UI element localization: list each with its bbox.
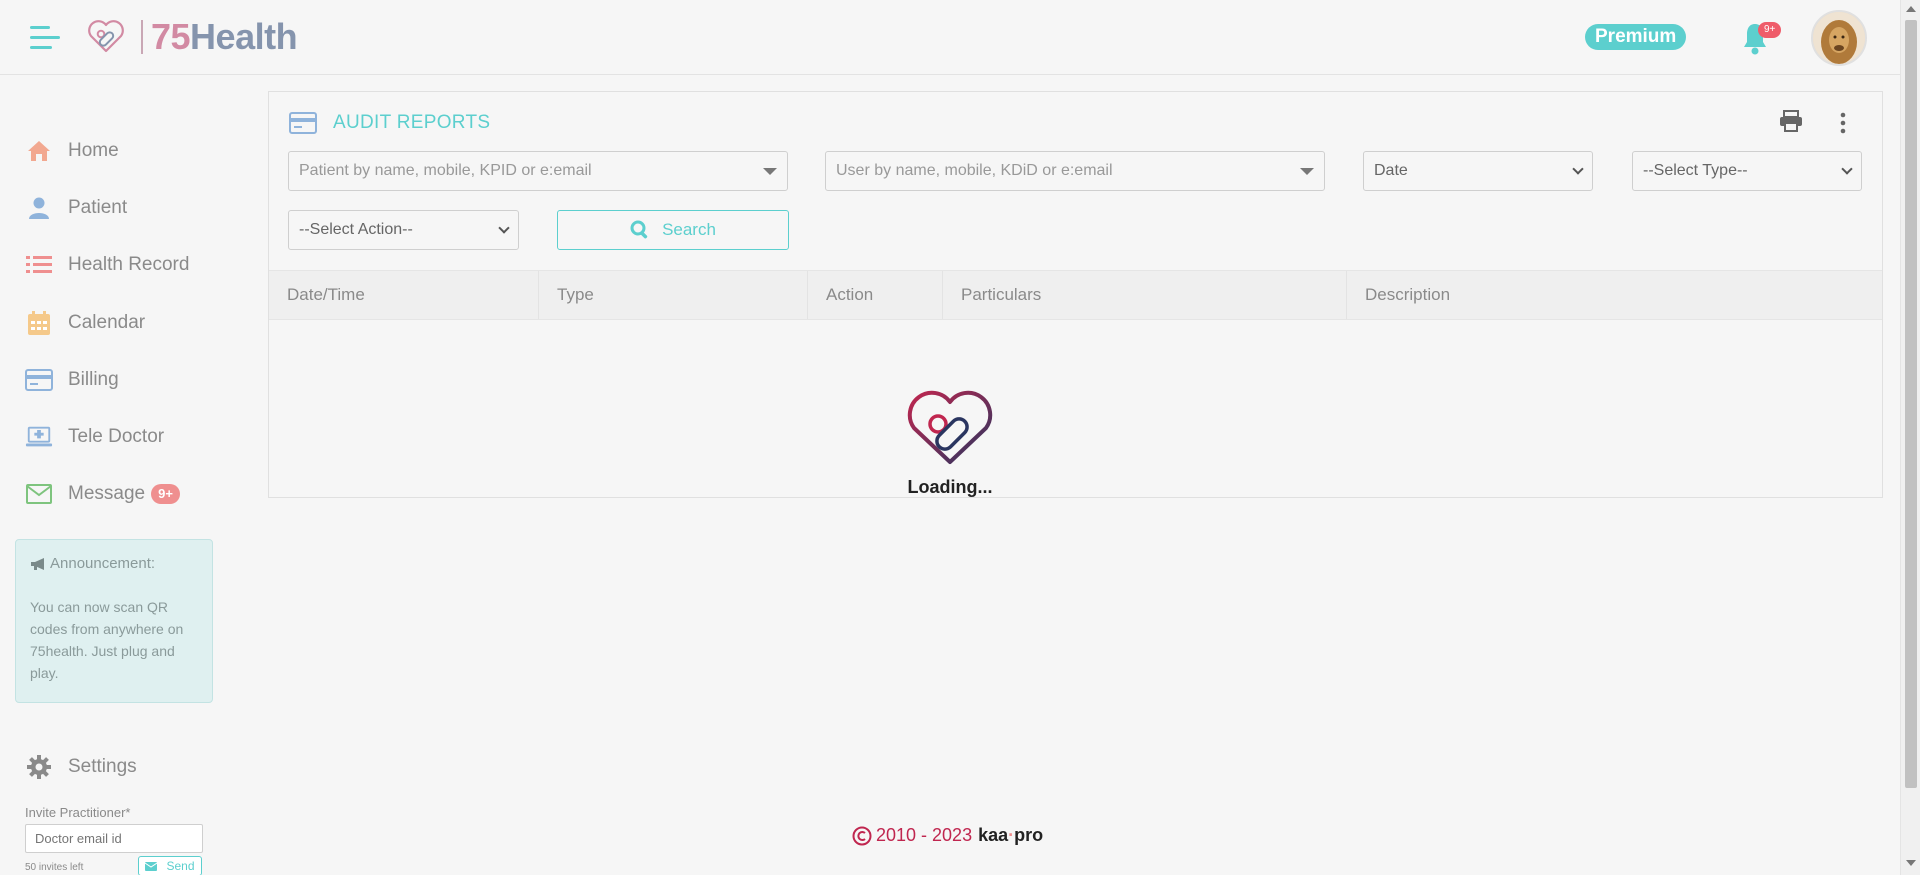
sidebar-item-label: Message bbox=[68, 483, 146, 504]
user-icon bbox=[25, 194, 53, 222]
sidebar-item-settings[interactable]: Settings bbox=[25, 747, 137, 787]
credit-card-icon bbox=[289, 112, 317, 134]
copyright-years: 2010 - 2023 bbox=[876, 825, 973, 845]
sidebar-item-label: Health Record bbox=[68, 254, 190, 275]
sidebar-item-label: Tele Doctor bbox=[68, 426, 165, 447]
announcement-box: Announcement: You can now scan QR codes … bbox=[15, 539, 213, 703]
column-header-action[interactable]: Action bbox=[807, 271, 942, 319]
action-select[interactable]: --Select Action-- bbox=[288, 210, 519, 250]
type-select[interactable]: --Select Type-- bbox=[1632, 151, 1862, 191]
sidebar-item-message[interactable]: Message 9+ bbox=[25, 474, 180, 514]
sidebar-item-label: Settings bbox=[68, 756, 137, 777]
chevron-down-icon bbox=[1841, 163, 1853, 175]
laptop-medical-icon bbox=[25, 423, 53, 451]
column-header-type[interactable]: Type bbox=[538, 271, 807, 319]
top-bar: 75Health Premium 9+ bbox=[0, 0, 1900, 75]
column-header-description[interactable]: Description bbox=[1346, 271, 1882, 319]
scroll-up-arrow-icon[interactable] bbox=[1906, 6, 1916, 12]
loading-indicator: Loading... bbox=[900, 390, 1000, 498]
footer-brand[interactable]: kaa·pro bbox=[978, 825, 1043, 846]
hamburger-menu-icon[interactable] bbox=[30, 26, 62, 52]
column-header-date-time[interactable]: Date/Time bbox=[269, 271, 538, 319]
announcement-body: You can now scan QR codes from anywhere … bbox=[30, 599, 184, 681]
sidebar-item-patient[interactable]: Patient bbox=[25, 188, 127, 228]
caret-down-icon bbox=[763, 167, 777, 175]
envelope-icon bbox=[25, 480, 53, 508]
sidebar-item-label: Home bbox=[68, 140, 119, 161]
logo-heart-icon bbox=[88, 20, 124, 53]
user-search-select[interactable]: User by name, mobile, KDiD or e:email bbox=[825, 151, 1325, 191]
loading-heart-icon bbox=[907, 390, 993, 464]
logo-text[interactable]: 75Health bbox=[151, 16, 298, 58]
sidebar-item-health-record[interactable]: Health Record bbox=[25, 245, 189, 285]
bullhorn-icon bbox=[31, 557, 44, 570]
send-invite-button[interactable]: Send bbox=[138, 856, 202, 875]
caret-down-icon bbox=[1300, 167, 1314, 175]
doctor-email-input[interactable] bbox=[25, 824, 203, 853]
print-icon[interactable] bbox=[1779, 110, 1803, 132]
calendar-icon bbox=[25, 309, 53, 337]
envelope-icon bbox=[145, 861, 158, 871]
invites-left-text: 50 invites left bbox=[25, 862, 84, 873]
scroll-down-arrow-icon[interactable] bbox=[1906, 860, 1916, 866]
footer: 2010 - 2023 kaa·pro bbox=[852, 825, 1043, 846]
loading-text: Loading... bbox=[907, 477, 993, 497]
list-icon bbox=[25, 251, 53, 279]
logo-divider bbox=[141, 20, 143, 54]
copyright-icon bbox=[852, 826, 872, 845]
chevron-down-icon bbox=[498, 222, 510, 234]
chevron-down-icon bbox=[1572, 163, 1584, 175]
sidebar-item-calendar[interactable]: Calendar bbox=[25, 303, 145, 343]
page-title: AUDIT REPORTS bbox=[333, 112, 491, 133]
table-header: Date/Time Type Action Particulars Descri… bbox=[269, 270, 1882, 320]
user-avatar[interactable] bbox=[1811, 10, 1867, 66]
search-icon bbox=[630, 220, 648, 239]
sidebar-item-home[interactable]: Home bbox=[25, 131, 119, 171]
home-icon bbox=[25, 137, 53, 165]
sidebar-item-tele-doctor[interactable]: Tele Doctor bbox=[25, 417, 164, 457]
message-badge: 9+ bbox=[151, 484, 180, 504]
page-scrollbar[interactable] bbox=[1900, 0, 1920, 875]
patient-search-select[interactable]: Patient by name, mobile, KPID or e:email bbox=[288, 151, 788, 191]
audit-reports-panel: AUDIT REPORTS Patient by name, mobile, K… bbox=[268, 91, 1883, 498]
sidebar-item-label: Billing bbox=[68, 369, 119, 390]
search-button[interactable]: Search bbox=[557, 210, 789, 250]
sidebar-item-billing[interactable]: Billing bbox=[25, 360, 119, 400]
panel-header: AUDIT REPORTS bbox=[289, 112, 490, 134]
gear-icon bbox=[25, 753, 53, 781]
sidebar-item-label: Patient bbox=[68, 197, 128, 218]
column-header-particulars[interactable]: Particulars bbox=[942, 271, 1346, 319]
sidebar-item-label: Calendar bbox=[68, 312, 146, 333]
premium-badge[interactable]: Premium bbox=[1585, 24, 1687, 50]
announcement-title: Announcement: bbox=[30, 555, 198, 572]
notification-badge: 9+ bbox=[1758, 22, 1782, 38]
invite-practitioner-label: Invite Practitioner* bbox=[25, 805, 131, 820]
credit-card-icon bbox=[25, 366, 53, 394]
date-select[interactable]: Date bbox=[1363, 151, 1593, 191]
lion-avatar-image bbox=[1813, 12, 1865, 64]
scrollbar-thumb[interactable] bbox=[1905, 20, 1917, 788]
more-options-icon[interactable] bbox=[1839, 112, 1847, 134]
